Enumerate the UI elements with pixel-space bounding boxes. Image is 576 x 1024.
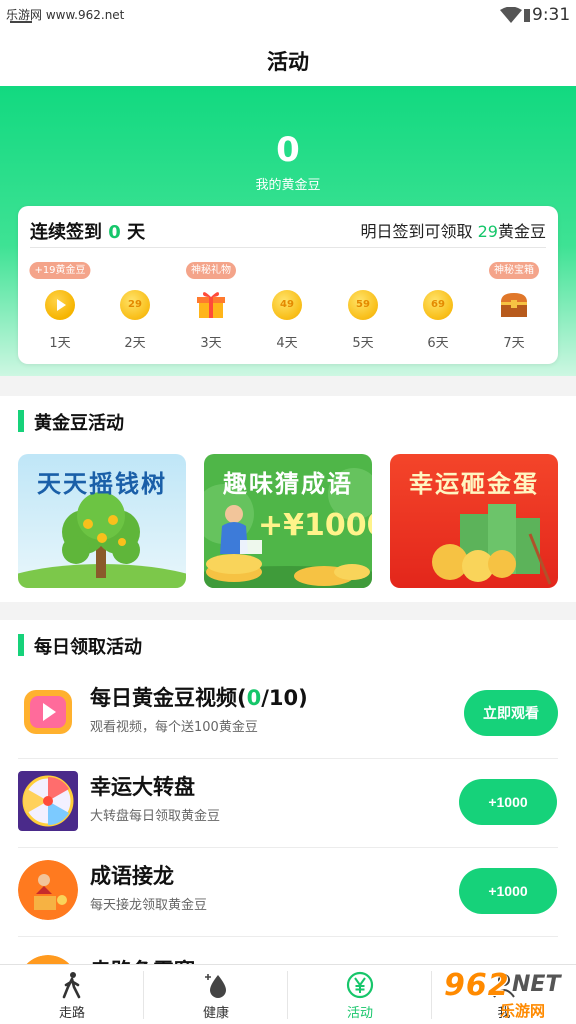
- logo-sub: 乐游网: [500, 1002, 546, 1020]
- tab-activity[interactable]: 活动: [288, 965, 432, 1024]
- walking-icon: [62, 972, 81, 999]
- day-label: 6天: [427, 336, 449, 351]
- banner-golden-egg[interactable]: 幸运砸金蛋: [390, 454, 558, 588]
- coin-icon: 69: [423, 290, 453, 320]
- task-walking-race[interactable]: 走路争霸赛: [0, 937, 576, 964]
- sign-day-6[interactable]: 69 6天: [398, 262, 478, 358]
- play-coin-icon: [45, 290, 75, 320]
- notification-line-icon: [10, 21, 32, 23]
- tab-label: 健康: [202, 1006, 229, 1021]
- coin-icon: 29: [120, 290, 150, 320]
- logo-number: 962: [444, 968, 510, 1003]
- banner-title: 趣味猜成语: [223, 470, 353, 498]
- task-name: 走路争霸赛: [90, 955, 195, 964]
- tab-label: 活动: [346, 1006, 373, 1021]
- water-drop-icon: [205, 974, 226, 998]
- status-bar: 乐游网 www.962.net 9:31: [0, 0, 576, 32]
- coin-icon: 49: [272, 290, 302, 320]
- task-idiom-chain[interactable]: 成语接龙 每天接龙领取黄金豆 +1000: [0, 848, 576, 937]
- task-name: 成语接龙: [90, 864, 174, 888]
- day-badge: 神秘宝箱: [489, 262, 539, 279]
- day-label: 2天: [124, 336, 146, 351]
- site-watermark-logo: 962 NET 乐游网: [440, 968, 572, 1022]
- section-title-text: 每日领取活动: [34, 637, 142, 658]
- watch-now-button[interactable]: 立即观看: [464, 690, 558, 736]
- day-label: 1天: [49, 336, 71, 351]
- day-badge: 神秘礼物: [186, 262, 236, 279]
- walking-race-icon: [18, 955, 78, 964]
- day-badge: +19黄金豆: [29, 262, 91, 279]
- streak-text: 连续签到 0 天: [30, 222, 146, 243]
- tab-health[interactable]: 健康: [144, 965, 288, 1024]
- day-label: 3天: [200, 336, 222, 351]
- logo-net: NET: [512, 972, 561, 997]
- day-label: 5天: [352, 336, 374, 351]
- gift-icon: [197, 292, 225, 318]
- video-play-icon: [18, 682, 78, 742]
- tab-walking[interactable]: 走路: [0, 965, 144, 1024]
- claim-button[interactable]: +1000: [459, 868, 557, 914]
- sign-day-7[interactable]: 神秘宝箱 7天: [474, 262, 554, 358]
- section-title-text: 黄金豆活动: [34, 413, 124, 434]
- idiom-chain-icon: [18, 860, 78, 920]
- sign-day-3[interactable]: 神秘礼物 3天: [171, 262, 251, 358]
- section-accent-bar: [18, 410, 24, 432]
- gold-bean-label: 我的黄金豆: [255, 178, 321, 193]
- task-name: 幸运大转盘: [90, 775, 195, 799]
- page-title: 活动: [267, 50, 309, 74]
- yuan-coin-icon: [346, 971, 374, 999]
- sign-day-5[interactable]: 59 5天: [323, 262, 403, 358]
- claim-button[interactable]: +1000: [459, 779, 557, 825]
- divider: [30, 247, 546, 248]
- task-desc: 观看视频，每个送100黄金豆: [90, 720, 258, 735]
- tomorrow-reward-text: 明日签到可领取 29黄金豆: [360, 222, 546, 241]
- sign-day-1[interactable]: +19黄金豆 1天: [20, 262, 100, 358]
- section-accent-bar: [18, 634, 24, 656]
- task-lucky-wheel[interactable]: 幸运大转盘 大转盘每日领取黄金豆 +1000: [0, 759, 576, 848]
- sign-in-card: 连续签到 0 天 明日签到可领取 29黄金豆 +19黄金豆 1天 29 2天 神…: [18, 206, 558, 364]
- coin-icon: 59: [348, 290, 378, 320]
- wifi-icon: [500, 7, 522, 23]
- banner-title: 天天摇钱树: [37, 470, 167, 498]
- task-name: 每日黄金豆视频(0/10): [90, 686, 308, 710]
- tab-label: 走路: [58, 1006, 85, 1021]
- treasure-chest-icon: [501, 293, 527, 317]
- gold-bean-count: 0: [276, 130, 300, 170]
- task-desc: 每天接龙领取黄金豆: [90, 898, 208, 913]
- day-label: 4天: [276, 336, 298, 351]
- banner-idiom-guess[interactable]: 趣味猜成语 +¥1000: [204, 454, 372, 588]
- day-label: 7天: [503, 336, 525, 351]
- banner-title: 幸运砸金蛋: [409, 470, 539, 498]
- task-desc: 大转盘每日领取黄金豆: [90, 809, 221, 824]
- task-daily-video[interactable]: 每日黄金豆视频(0/10) 观看视频，每个送100黄金豆 立即观看: [0, 670, 576, 759]
- banner-money-tree[interactable]: 天天摇钱树: [18, 454, 186, 588]
- title-bar: 活动: [0, 32, 576, 86]
- lucky-wheel-icon: [18, 771, 78, 831]
- banner-amount: +¥1000: [258, 508, 372, 543]
- sign-day-4[interactable]: 49 4天: [247, 262, 327, 358]
- clock: 9:31: [532, 5, 571, 25]
- battery-icon: [524, 9, 530, 22]
- sign-day-2[interactable]: 29 2天: [95, 262, 175, 358]
